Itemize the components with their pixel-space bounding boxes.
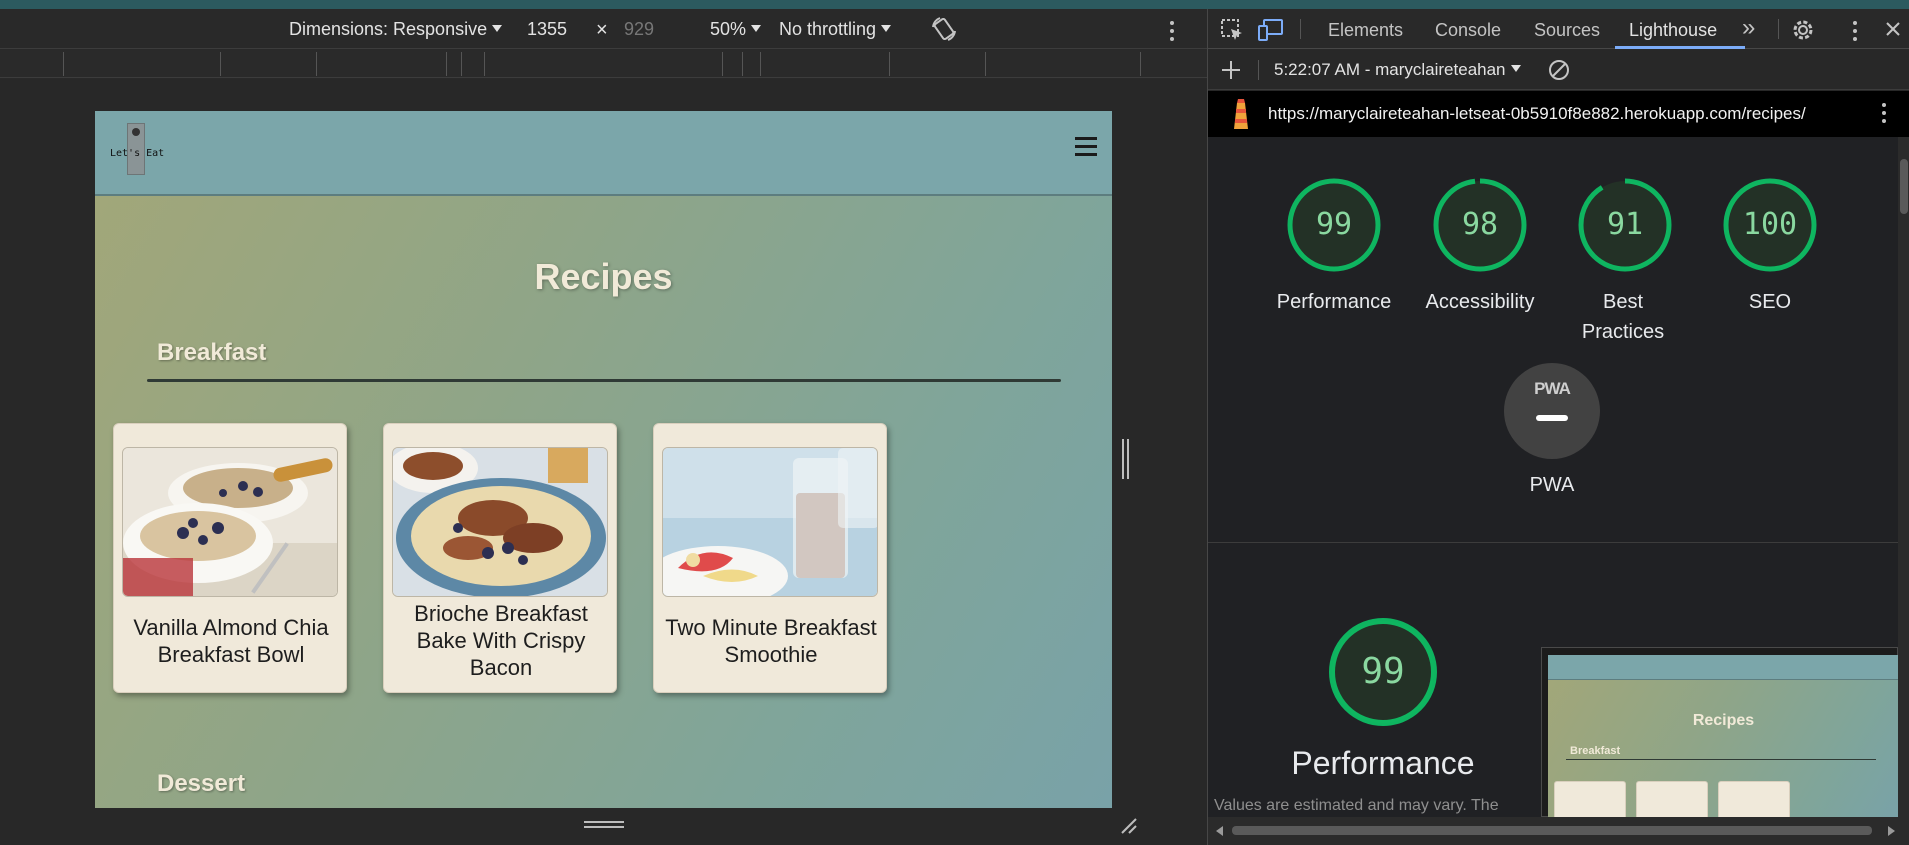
- section-heading-dessert: Dessert: [157, 770, 246, 797]
- devtools-panel: Elements Console Sources Lighthouse » 5:…: [1207, 9, 1909, 845]
- score-value: 99: [1315, 207, 1353, 242]
- resize-handle-right[interactable]: [1122, 439, 1130, 479]
- height-input[interactable]: 929: [624, 19, 684, 40]
- recipe-card[interactable]: Vanilla Almond Chia Breakfast Bowl: [113, 423, 347, 693]
- site-header: Let's Eat: [95, 111, 1112, 196]
- rotate-icon[interactable]: [930, 15, 958, 43]
- chevron-down-icon: [1510, 65, 1521, 72]
- throttling-label: No throttling: [779, 19, 877, 39]
- close-icon[interactable]: [1883, 19, 1903, 39]
- dimension-separator: ×: [596, 19, 608, 41]
- site-logo[interactable]: Let's Eat: [110, 123, 164, 183]
- recipe-card-title: Two Minute Breakfast Smoothie: [665, 615, 877, 667]
- pwa-badge-text: PWA: [1534, 379, 1571, 398]
- throttling-dropdown[interactable]: No throttling: [779, 19, 892, 40]
- score-value: 100: [1742, 207, 1798, 242]
- section-divider: [147, 379, 1061, 382]
- resize-handle-bottom[interactable]: [584, 821, 624, 829]
- more-tabs-icon[interactable]: »: [1742, 14, 1755, 42]
- report-selector-label: 5:22:07 AM - maryclaireteahan: [1274, 60, 1506, 79]
- pwa-badge[interactable]: PWA: [1504, 363, 1600, 459]
- clear-icon[interactable]: [1548, 59, 1570, 81]
- horizontal-scrollbar[interactable]: [1208, 817, 1909, 845]
- thumbnail-title: Recipes: [1692, 712, 1755, 729]
- performance-section-title: Performance: [1291, 745, 1475, 781]
- settings-gear-icon[interactable]: [1791, 18, 1815, 42]
- chevron-down-icon: [492, 25, 503, 32]
- performance-note: Values are estimated and may vary. The: [1214, 797, 1499, 814]
- score-value: 91: [1606, 207, 1644, 242]
- performance-gauge-large: 99: [1318, 617, 1448, 727]
- recipe-card[interactable]: Brioche Breakfast Bake With Crispy Bacon: [383, 423, 617, 693]
- window-top-strip: [0, 0, 1909, 9]
- gauge-performance[interactable]: 99: [1284, 177, 1384, 273]
- gauge-label: PWA: [1529, 474, 1575, 496]
- active-tab-indicator: [1615, 46, 1745, 49]
- performance-score-large: 99: [1361, 651, 1405, 692]
- tab-elements[interactable]: Elements: [1328, 20, 1403, 41]
- new-report-plus-icon[interactable]: [1220, 59, 1242, 81]
- devtools-tabbar: Elements Console Sources Lighthouse »: [1208, 9, 1909, 49]
- gauge-label: Accessibility: [1425, 291, 1535, 313]
- gauge-label: Best Practices: [1581, 291, 1665, 343]
- gauge-label: Performance: [1276, 291, 1392, 313]
- gauge-label: SEO: [1748, 291, 1792, 313]
- pwa-dash-icon: [1536, 415, 1568, 421]
- thumbnail-section: Breakfast: [1570, 745, 1621, 757]
- lighthouse-icon: [1228, 99, 1254, 131]
- width-input[interactable]: 1355: [527, 19, 587, 40]
- media-query-ruler: [0, 50, 1207, 78]
- chevron-down-icon: [751, 25, 762, 32]
- scroll-left-icon[interactable]: [1216, 826, 1223, 836]
- dimensions-dropdown[interactable]: Dimensions: Responsive: [289, 19, 503, 40]
- emulated-page: Let's Eat Recipes Breakfast Vanilla Almo…: [95, 111, 1112, 808]
- page-screenshot-thumbnail[interactable]: Recipes Breakfast: [1541, 647, 1898, 817]
- device-toggle-icon[interactable]: [1258, 18, 1284, 42]
- tab-sources[interactable]: Sources: [1534, 20, 1600, 41]
- report-url: https://maryclaireteahan-letseat-0b5910f…: [1268, 104, 1806, 123]
- recipe-card[interactable]: Two Minute Breakfast Smoothie: [653, 423, 887, 693]
- dimensions-label: Dimensions: Responsive: [289, 19, 488, 39]
- tab-lighthouse[interactable]: Lighthouse: [1629, 20, 1717, 41]
- report-divider: [1208, 542, 1898, 543]
- inspect-element-icon[interactable]: [1220, 18, 1244, 42]
- tab-console[interactable]: Console: [1435, 20, 1501, 41]
- score-value: 98: [1461, 207, 1499, 242]
- device-toolbar: Dimensions: Responsive 1355 × 929 50% No…: [0, 9, 1207, 49]
- logo-text: Let's Eat: [110, 148, 165, 159]
- lighthouse-report: 99 Performance 98 Accessibility 91 Best …: [1208, 137, 1898, 817]
- zoom-dropdown[interactable]: 50%: [710, 19, 762, 40]
- chevron-down-icon: [881, 25, 892, 32]
- recipe-card-title: Vanilla Almond Chia Breakfast Bowl: [133, 615, 329, 667]
- vertical-scrollbar[interactable]: [1898, 137, 1909, 817]
- gauge-seo[interactable]: 100: [1720, 177, 1820, 273]
- gauge-best-practices[interactable]: 91: [1575, 177, 1675, 273]
- recipe-photo: [662, 447, 878, 597]
- report-selector[interactable]: 5:22:07 AM - maryclaireteahan: [1274, 60, 1521, 80]
- page-title: Recipes: [534, 256, 673, 297]
- recipe-photo: [122, 447, 338, 597]
- more-options-icon[interactable]: [1170, 21, 1174, 41]
- gauge-accessibility[interactable]: 98: [1430, 177, 1530, 273]
- lighthouse-toolbar: 5:22:07 AM - maryclaireteahan: [1208, 50, 1909, 90]
- section-heading-breakfast: Breakfast: [157, 339, 267, 366]
- report-menu-icon[interactable]: [1882, 103, 1886, 123]
- scroll-right-icon[interactable]: [1888, 826, 1895, 836]
- report-url-bar: https://maryclaireteahan-letseat-0b5910f…: [1208, 91, 1909, 137]
- hamburger-menu-icon[interactable]: [1075, 137, 1097, 157]
- device-emulation-pane: Dimensions: Responsive 1355 × 929 50% No…: [0, 9, 1207, 845]
- resize-corner-icon[interactable]: [1118, 815, 1138, 835]
- recipe-card-title: Brioche Breakfast Bake With Crispy Bacon: [414, 601, 588, 680]
- recipe-photo: [392, 447, 608, 597]
- devtools-menu-icon[interactable]: [1853, 21, 1857, 41]
- zoom-label: 50%: [710, 19, 747, 39]
